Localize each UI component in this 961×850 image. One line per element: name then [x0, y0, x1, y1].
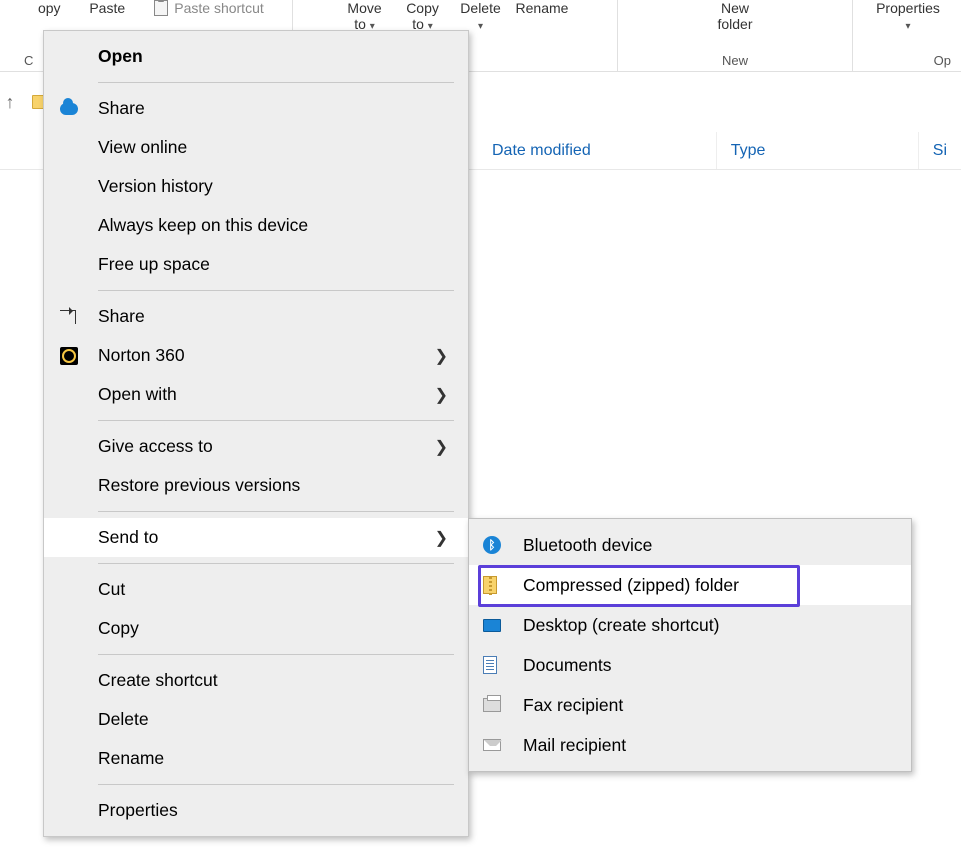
rename-label: Rename — [516, 0, 569, 16]
sendto-bluetooth[interactable]: ᛒ Bluetooth device — [469, 525, 911, 565]
cloud-icon — [60, 103, 78, 115]
ctx-share-local[interactable]: Share — [44, 297, 468, 336]
chevron-right-icon: ❯ — [435, 385, 448, 405]
chevron-right-icon: ❯ — [435, 346, 448, 366]
menu-separator — [98, 563, 454, 564]
ribbon-separator — [852, 0, 853, 71]
new-folder-line1: New — [717, 0, 752, 16]
chevron-right-icon: ❯ — [435, 437, 448, 457]
ctx-free-up-space[interactable]: Free up space — [44, 245, 468, 284]
ribbon-group-new: New folder New — [620, 0, 850, 71]
ctx-send-to[interactable]: Send to ❯ — [44, 518, 468, 557]
ctx-create-shortcut[interactable]: Create shortcut — [44, 661, 468, 700]
ribbon-separator — [617, 0, 618, 71]
ctx-share-cloud[interactable]: Share — [44, 89, 468, 128]
menu-separator — [98, 654, 454, 655]
ribbon-new-folder[interactable]: New folder — [712, 0, 758, 32]
document-icon — [483, 656, 497, 674]
ctx-norton[interactable]: Norton 360 ❯ — [44, 336, 468, 375]
ctx-rename[interactable]: Rename — [44, 739, 468, 778]
ribbon-copy-to[interactable]: Copy to ▾ — [400, 0, 446, 33]
ribbon-copy[interactable]: opy — [26, 0, 72, 16]
sendto-fax[interactable]: Fax recipient — [469, 685, 911, 725]
share-icon — [60, 310, 76, 324]
bluetooth-icon: ᛒ — [483, 536, 501, 554]
nav-up-icon[interactable]: ↑ — [0, 92, 20, 113]
ribbon-group-open: Properties ▾ Op — [855, 0, 961, 71]
menu-separator — [98, 784, 454, 785]
column-size[interactable]: Si — [919, 132, 961, 169]
menu-separator — [98, 420, 454, 421]
ctx-give-access-to[interactable]: Give access to ❯ — [44, 427, 468, 466]
ctx-restore-previous[interactable]: Restore previous versions — [44, 466, 468, 505]
menu-separator — [98, 82, 454, 83]
ribbon-copy-label: opy — [38, 0, 61, 16]
ctx-view-online[interactable]: View online — [44, 128, 468, 167]
new-folder-line2: folder — [717, 16, 752, 32]
fax-icon — [483, 698, 501, 712]
ctx-copy[interactable]: Copy — [44, 609, 468, 648]
ctx-delete[interactable]: Delete — [44, 700, 468, 739]
column-type[interactable]: Type — [717, 132, 919, 169]
paste-shortcut-label: Paste shortcut — [174, 0, 264, 16]
ctx-version-history[interactable]: Version history — [44, 167, 468, 206]
sendto-mail[interactable]: Mail recipient — [469, 725, 911, 765]
desktop-icon — [483, 619, 501, 632]
ribbon-rename[interactable]: Rename — [516, 0, 569, 16]
group-label-open: Op — [855, 53, 961, 71]
sendto-zipped[interactable]: Compressed (zipped) folder — [469, 565, 911, 605]
delete-label: Delete — [460, 0, 500, 16]
ribbon-properties[interactable]: Properties ▾ — [876, 0, 940, 33]
ribbon-paste-shortcut[interactable]: Paste shortcut — [142, 0, 264, 16]
mail-icon — [483, 739, 501, 751]
ctx-open-with[interactable]: Open with ❯ — [44, 375, 468, 414]
chevron-right-icon: ❯ — [435, 528, 448, 548]
menu-separator — [98, 511, 454, 512]
ctx-open[interactable]: Open — [44, 37, 468, 76]
copy-to-line1: Copy — [406, 0, 439, 16]
context-menu: Open Share View online Version history A… — [43, 30, 469, 837]
sendto-desktop[interactable]: Desktop (create shortcut) — [469, 605, 911, 645]
send-to-submenu: ᛒ Bluetooth device Compressed (zipped) f… — [468, 518, 912, 772]
chevron-down-icon: ▾ — [478, 21, 483, 32]
ctx-always-keep[interactable]: Always keep on this device — [44, 206, 468, 245]
ribbon-paste-label: Paste — [89, 0, 125, 16]
ctx-cut[interactable]: Cut — [44, 570, 468, 609]
ribbon-move-to[interactable]: Move to ▾ — [342, 0, 388, 33]
ribbon-paste[interactable]: Paste — [84, 0, 130, 16]
ctx-properties[interactable]: Properties — [44, 791, 468, 830]
zip-folder-icon — [483, 576, 497, 594]
menu-separator — [98, 290, 454, 291]
group-label-new: New — [620, 53, 850, 71]
properties-label: Properties — [876, 0, 940, 16]
sendto-documents[interactable]: Documents — [469, 645, 911, 685]
chevron-down-icon: ▾ — [905, 21, 910, 32]
ribbon-delete[interactable]: Delete ▾ — [458, 0, 504, 33]
norton-icon — [60, 347, 78, 365]
column-date-modified[interactable]: Date modified — [478, 132, 717, 169]
clipboard-icon — [154, 0, 168, 16]
move-to-line1: Move — [347, 0, 381, 16]
